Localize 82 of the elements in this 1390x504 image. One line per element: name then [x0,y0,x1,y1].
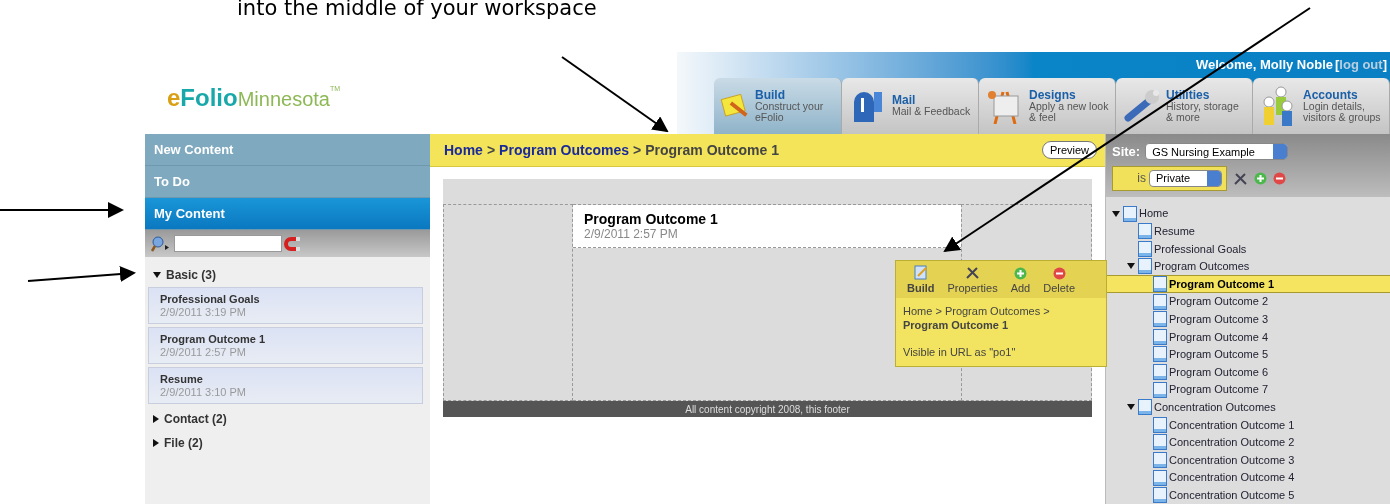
triangle-down-icon [1126,404,1135,411]
site-select[interactable]: GS Nursing Example [1145,143,1289,161]
tree-item[interactable]: Program Outcome 4 [1110,328,1390,346]
category-toggle[interactable]: Basic (3) [148,263,423,287]
tree-item[interactable]: Resume [1110,222,1390,241]
page-icon [1138,223,1152,240]
search-field[interactable] [174,235,282,252]
tree-item[interactable]: Concentration Outcome 1 [1110,416,1390,434]
page-icon [1153,311,1167,328]
sidebar-tab[interactable]: My Content [145,198,430,230]
triangle-down-icon [1126,263,1135,270]
page-icon [1153,364,1167,381]
page-icon [1153,276,1167,293]
add-icon[interactable] [1254,171,1267,185]
tab[interactable]: Build Construct your eFolio [714,78,842,134]
page-icon [1153,434,1167,451]
breadcrumb-separator: > [486,140,496,160]
popup-action[interactable]: Build [902,264,940,298]
tree-item[interactable]: Professional Goals [1110,240,1390,258]
is-label: is [1137,170,1146,187]
search-icon[interactable] [150,235,172,252]
wrench-icon [1122,88,1162,124]
category-toggle[interactable]: Contact (2) [148,407,423,431]
page-title: Program Outcome 1 [584,211,719,227]
visibility-select[interactable]: Private [1149,169,1222,187]
popup-path: Home > Program Outcomes > [903,304,1051,318]
tree-item[interactable]: Concentration Outcome 2 [1110,433,1390,452]
page-icon [1153,416,1167,433]
content-item[interactable]: Professional Goals 2/9/2011 3:19 PM [148,287,423,324]
magnet-icon[interactable] [284,236,301,251]
triangle-right-icon [153,415,159,423]
site-label: Site: [1112,143,1141,161]
page-pencil-icon [913,264,928,280]
breadcrumb-link[interactable]: Program Outcomes [499,139,630,161]
tree-item[interactable]: Program Outcome 6 [1110,363,1390,381]
url-note: Visible in URL as "po1" [903,345,1017,359]
bracket-text: [ [1335,55,1340,74]
popup-action[interactable]: Add [1005,266,1036,298]
tree-item[interactable]: Program Outcome 5 [1110,345,1390,364]
preview-button[interactable]: Preview [1041,141,1097,159]
breadcrumb-separator: > [633,140,642,160]
tab[interactable]: Accounts Login details, visitors & groups [1253,78,1390,134]
page-icon [1123,205,1137,222]
triangle-down-icon [1111,210,1120,217]
tree-item[interactable]: Concentration Outcome 5 [1110,486,1390,504]
page-icon [1153,328,1167,345]
tree-item[interactable]: Concentration Outcome 3 [1110,451,1390,469]
breadcrumb-link[interactable]: Home [444,139,483,161]
page-icon [1153,346,1167,363]
category-toggle[interactable]: File (2) [148,431,423,455]
tree-item[interactable]: Concentration Outcome 4 [1110,468,1390,487]
popup-title: Program Outcome 1 [903,318,1010,332]
tree-item[interactable]: Home [1110,204,1390,223]
page-icon [1153,293,1167,310]
triangle-down-icon [153,272,161,278]
content-block[interactable]: Program Outcome 1 2/9/2011 2:57 PM [573,205,961,248]
tab[interactable]: Mail Mail & Feedback [842,78,979,134]
triangle-right-icon [153,439,159,447]
breadcrumb-current: Program Outcome 1 [645,140,780,160]
delete-icon[interactable] [1273,171,1286,185]
tree-item[interactable]: Program Outcome 3 [1110,310,1390,329]
tree-item[interactable]: Concentration Outcomes [1110,398,1390,417]
tab[interactable]: Designs Apply a new look & feel [979,78,1116,134]
page-icon [1153,469,1167,486]
delete-icon [1052,266,1066,280]
page-date: 2/9/2011 2:57 PM [584,227,679,242]
page-icon [1153,452,1167,468]
page-footer: All content copyright 2008, this footer [443,401,1092,417]
page-icon [1153,487,1167,504]
tree-item[interactable]: Program Outcome 2 [1110,292,1390,311]
content-item[interactable]: Resume 2/9/2011 3:10 PM [148,367,423,404]
page-icon [1138,399,1152,416]
popup-action[interactable]: Properties [942,264,1003,298]
page-icon [1138,258,1152,275]
tree-item[interactable]: Program Outcome 7 [1110,380,1390,399]
page-icon [1153,381,1167,398]
content-item[interactable]: Program Outcome 1 2/9/2011 2:57 PM [148,327,423,364]
bracket-text: ] [1382,55,1387,74]
page-icon [1138,240,1152,257]
add-icon [1013,266,1027,280]
tree-item[interactable]: Program Outcomes [1110,257,1390,276]
popup-action[interactable]: Delete [1038,266,1080,298]
